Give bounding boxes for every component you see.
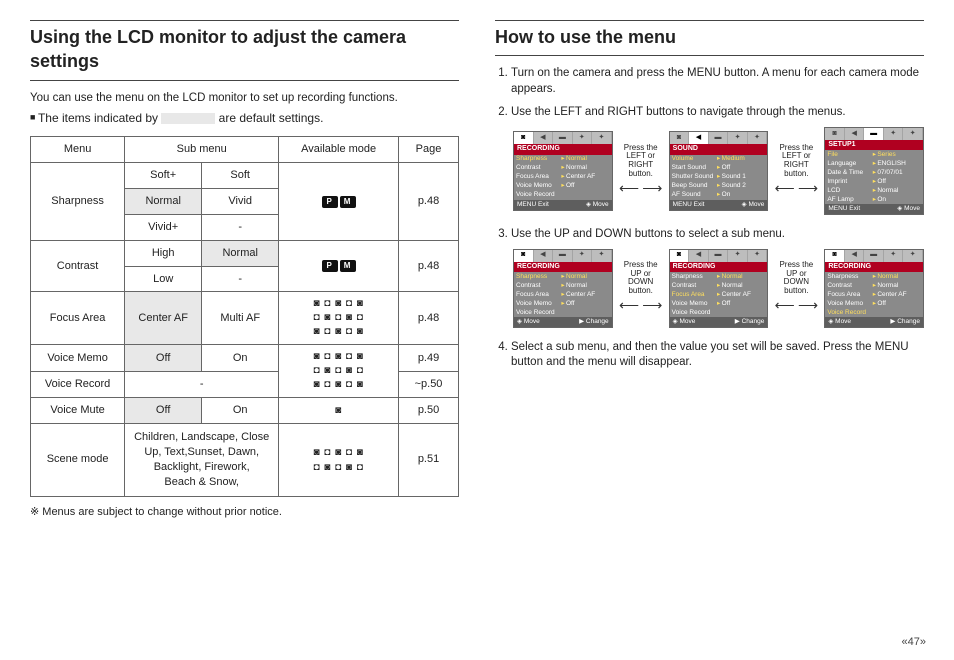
ud-nav-diagram: ◙◀▬✦✦ RECORDING Sharpness▸Normal Contras… [513,249,924,328]
step-4: Select a sub menu, and then the value yo… [511,340,924,371]
lcd-rec-a: ◙◀▬✦✦ RECORDING Sharpness▸Normal Contras… [513,249,613,328]
menu-sharpness: Sharpness [31,163,125,241]
page-ref: p.51 [399,424,459,496]
page-ref: p.50 [399,398,459,424]
lcd-rec-c: ◙◀▬✦✦ RECORDING Sharpness▸Normal Contras… [824,249,924,328]
mode-icons: ◙ ◘ ◙ ◘ ◙◘ ◙ ◘ ◙ ◘◙ ◘ ◙ ◘ ◙ [279,345,399,398]
settings-table: Menu Sub menu Available mode Page Sharpn… [30,136,459,496]
mode-icons: PM [279,240,399,292]
menu-contrast: Contrast [31,240,125,292]
menu-voice-mute: Voice Mute [31,398,125,424]
table-footnote: Menus are subject to change without prio… [30,505,459,520]
default-highlight-swatch [161,113,215,124]
right-heading: How to use the menu [495,20,924,56]
left-heading: Using the LCD monitor to adjust the came… [30,20,459,81]
step-1: Turn on the camera and press the MENU bu… [511,66,924,97]
default-note: The items indicated by are default setti… [30,110,459,126]
th-menu: Menu [31,137,125,163]
th-mode: Available mode [279,137,399,163]
mode-icons: PM [279,163,399,241]
lcd-recording: ◙◀▬✦✦ RECORDING Sharpness▸Normal Contras… [513,131,613,210]
mode-icons: ◙ [279,398,399,424]
th-sub: Sub menu [125,137,279,163]
lcd-rec-b: ◙◀▬✦✦ RECORDING Sharpness▸Normal Contras… [669,249,769,328]
page-ref: p.48 [399,163,459,241]
menu-voice-record: Voice Record [31,371,125,398]
step-3: Use the UP and DOWN buttons to select a … [511,227,924,328]
mode-icons: ◙ ◘ ◙ ◘ ◙◘ ◙ ◘ ◙ ◘ [279,424,399,496]
step-2: Use the LEFT and RIGHT buttons to naviga… [511,105,924,215]
th-page: Page [399,137,459,163]
lcd-sound: ◙◀▬✦✦ SOUND Volume▸Medium Start Sound▸Of… [669,131,769,210]
left-intro: You can use the menu on the LCD monitor … [30,91,459,107]
menu-focus-area: Focus Area [31,292,125,345]
lcd-setup1: ◙◀▬✦✦ SETUP1 File▸Series Language▸ENGLIS… [824,127,924,215]
lr-nav-diagram: ◙◀▬✦✦ RECORDING Sharpness▸Normal Contras… [513,127,924,215]
page-ref: p.48 [399,292,459,345]
page-ref: p.49 [399,345,459,372]
page-number: «47» [902,635,927,650]
page-ref: p.48 [399,240,459,292]
page-ref: ~p.50 [399,371,459,398]
menu-voice-memo: Voice Memo [31,345,125,372]
menu-scene-mode: Scene mode [31,424,125,496]
mode-icons: ◙ ◘ ◙ ◘ ◙◘ ◙ ◘ ◙ ◘◙ ◘ ◙ ◘ ◙ [279,292,399,345]
